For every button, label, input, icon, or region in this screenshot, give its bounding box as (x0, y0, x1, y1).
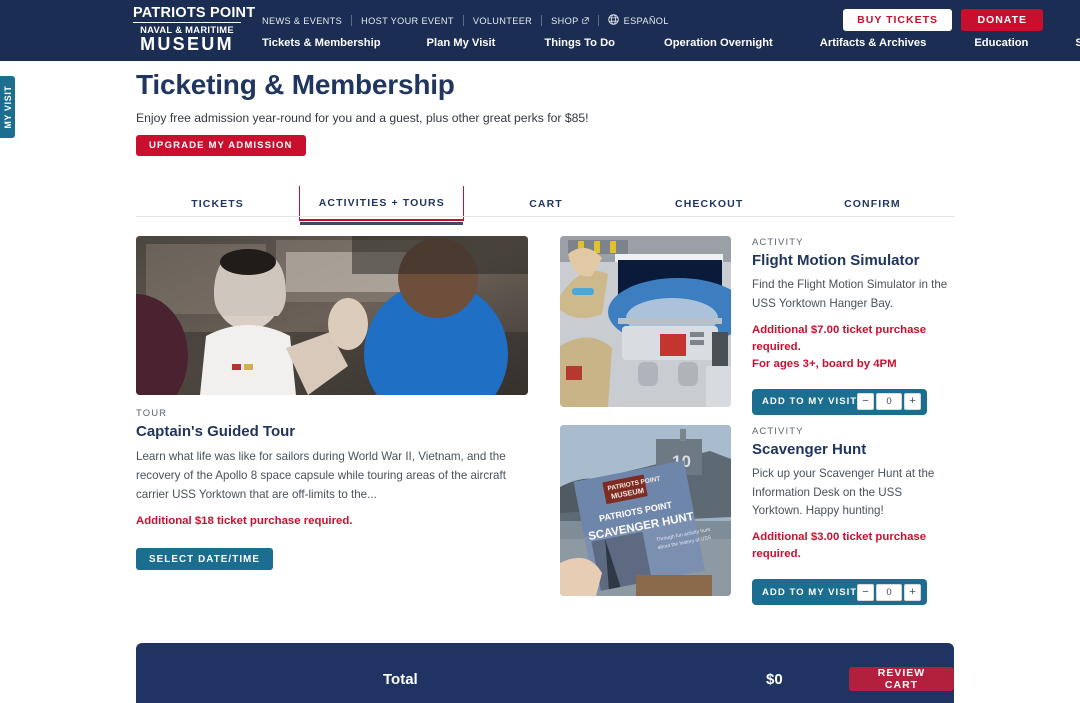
util-nav-shop[interactable]: SHOP (542, 16, 597, 26)
util-nav-news-events[interactable]: NEWS & EVENTS (262, 16, 351, 26)
quantity-value[interactable]: 0 (875, 393, 903, 411)
active-step-indicator (300, 222, 464, 225)
activities-list: ACTIVITY Flight Motion Simulator Find th… (560, 236, 954, 615)
featured-tour-card: TOUR Captain's Guided Tour Learn what li… (136, 236, 528, 571)
steps-divider (136, 216, 954, 217)
nav-item-plan-my-visit[interactable]: Plan My Visit (427, 37, 496, 49)
activity-card-scavenger-hunt: 10 PATRIOTS POINT MUSEUM PATRIOTS POINT … (560, 424, 954, 606)
logo-line-1: PATRIOTS POINT (133, 5, 256, 23)
activity-price-note: Additional $3.00 ticket purchase require… (752, 529, 954, 563)
select-date-time-button[interactable]: SELECT DATE/TIME (136, 548, 274, 571)
my-visit-side-tab[interactable]: MY VISIT (0, 76, 15, 138)
util-nav-label: HOST YOUR EVENT (361, 15, 454, 26)
cart-total-bar: Total $0 REVIEW CART (136, 643, 954, 703)
my-visit-label: MY VISIT (2, 85, 13, 129)
total-value: $0 (766, 671, 783, 688)
activity-price-note-line1: Additional $7.00 ticket purchase require… (752, 323, 927, 353)
featured-price-note: Additional $18 ticket purchase required. (136, 515, 353, 528)
activity-price-note-line2: For ages 3+, board by 4PM (752, 357, 897, 370)
site-logo[interactable]: PATRIOTS POINT NAVAL & MARITIME MUSEUM (133, 5, 256, 54)
featured-kicker: TOUR (136, 408, 168, 419)
util-nav-host-your-event[interactable]: HOST YOUR EVENT (352, 16, 463, 26)
buy-tickets-button[interactable]: BUY TICKETS (843, 9, 952, 31)
util-nav-espanol[interactable]: ESPAÑOL (599, 14, 678, 27)
activity-info: ACTIVITY Scavenger Hunt Pick up your Sca… (752, 425, 954, 606)
step-label: CART (529, 197, 563, 210)
featured-description: Learn what life was like for sailors dur… (136, 450, 506, 501)
activity-title: Flight Motion Simulator (752, 252, 920, 269)
site-header: PATRIOTS POINT NAVAL & MARITIME MUSEUM N… (0, 0, 1080, 61)
quantity-increase-button[interactable]: + (904, 393, 921, 411)
logo-line-3: MUSEUM (140, 33, 234, 54)
step-label: CONFIRM (844, 197, 901, 210)
utility-navigation: NEWS & EVENTS HOST YOUR EVENT VOLUNTEER … (262, 14, 678, 27)
activity-image-scavenger-hunt[interactable]: 10 PATRIOTS POINT MUSEUM PATRIOTS POINT … (560, 424, 731, 596)
activity-description: Find the Flight Motion Simulator in the … (752, 278, 948, 310)
activity-title: Scavenger Hunt (752, 440, 867, 458)
quantity-decrease-button[interactable]: − (857, 393, 874, 411)
activity-info: ACTIVITY Flight Motion Simulator Find th… (752, 236, 954, 415)
nav-item-artifacts-archives[interactable]: Artifacts & Archives (820, 37, 927, 49)
nav-item-education[interactable]: Education (974, 37, 1028, 49)
step-label: TICKETS (191, 197, 244, 210)
activity-price-note-line1: Additional $3.00 ticket purchase require… (752, 531, 927, 561)
activity-kicker: ACTIVITY (752, 425, 804, 437)
util-nav-label: SHOP (551, 15, 579, 26)
quantity-decrease-button[interactable]: − (857, 583, 874, 601)
add-to-my-visit-button[interactable]: ADD TO MY VISIT (762, 396, 857, 407)
quantity-increase-button[interactable]: + (904, 583, 921, 601)
page-title: Ticketing & Membership (136, 69, 455, 100)
add-to-visit-control-scavenger-hunt: ADD TO MY VISIT − 0 + (752, 579, 927, 606)
total-label: Total (383, 671, 418, 688)
activity-kicker: ACTIVITY (752, 237, 804, 248)
activity-price-note: Additional $7.00 ticket purchase require… (752, 322, 954, 373)
activity-description: Pick up your Scavenger Hunt at the Infor… (752, 466, 935, 518)
logo-line-2: NAVAL & MARITIME (140, 23, 234, 35)
add-to-my-visit-button[interactable]: ADD TO MY VISIT (762, 587, 857, 598)
featured-tour-image[interactable] (136, 236, 528, 395)
globe-icon (607, 14, 619, 27)
nav-item-support[interactable]: Support (1075, 37, 1080, 49)
step-label: CHECKOUT (675, 197, 744, 210)
step-label: ACTIVITIES + TOURS (318, 196, 445, 209)
main-navigation: Tickets & Membership Plan My Visit Thing… (262, 37, 1080, 49)
featured-title: Captain's Guided Tour (136, 423, 296, 440)
nav-item-operation-overnight[interactable]: Operation Overnight (664, 37, 773, 49)
util-nav-label: NEWS & EVENTS (262, 15, 343, 26)
quantity-value[interactable]: 0 (875, 583, 903, 601)
external-link-icon (581, 16, 589, 26)
util-nav-label: VOLUNTEER (472, 15, 533, 26)
donate-button[interactable]: DONATE (961, 9, 1043, 31)
nav-item-tickets-membership[interactable]: Tickets & Membership (262, 37, 381, 49)
page-subtitle: Enjoy free admission year-round for you … (136, 111, 589, 125)
util-nav-volunteer[interactable]: VOLUNTEER (464, 16, 541, 26)
activity-card-flight-motion-simulator: ACTIVITY Flight Motion Simulator Find th… (560, 236, 954, 415)
nav-item-things-to-do[interactable]: Things To Do (544, 37, 615, 49)
upgrade-my-admission-button[interactable]: UPGRADE MY ADMISSION (136, 135, 306, 156)
util-nav-label: ESPAÑOL (623, 15, 669, 26)
add-to-visit-control-flight-motion-simulator: ADD TO MY VISIT − 0 + (752, 388, 927, 415)
activity-image-flight-motion-simulator[interactable] (560, 236, 731, 407)
